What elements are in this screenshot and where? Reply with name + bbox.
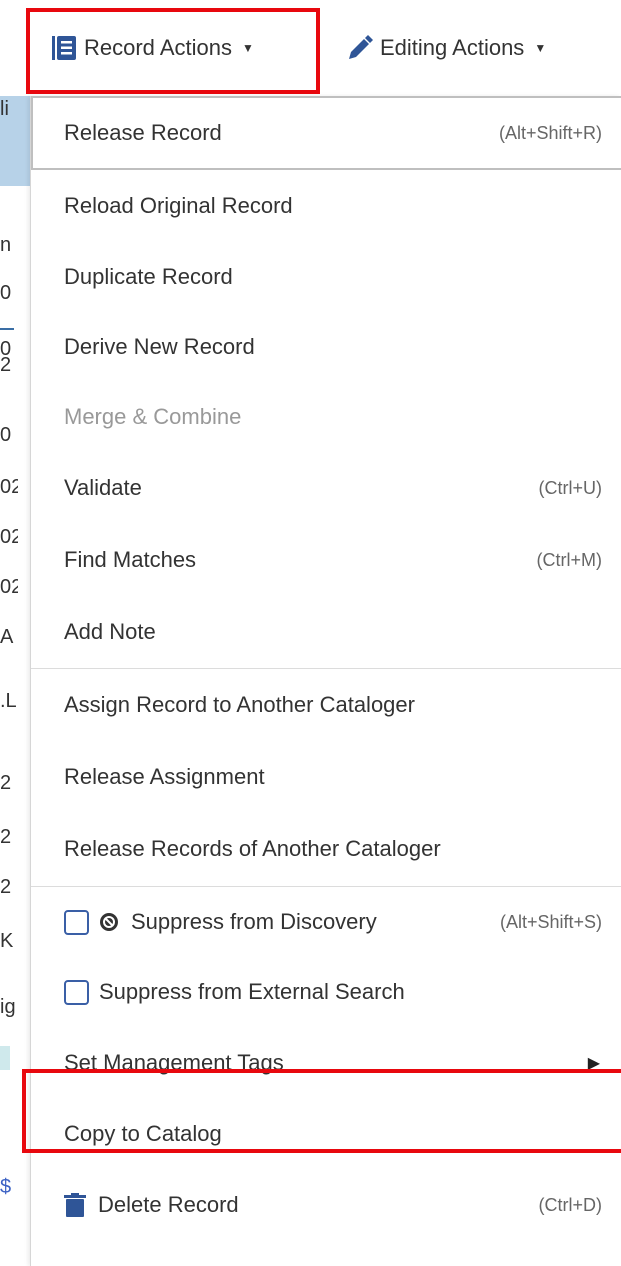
menu-item-shortcut: (Alt+Shift+R) [498, 122, 602, 143]
background-link: $ [0, 1176, 12, 1198]
menu-item-merge-combine: Merge & Combine [31, 382, 621, 452]
editor-toolbar: Record Actions ▼ Editing Actions ▼ [0, 0, 621, 96]
record-actions-button[interactable]: Record Actions ▼ [50, 20, 254, 76]
menu-item-label: Merge & Combine [64, 404, 242, 429]
editing-actions-button[interactable]: Editing Actions ▼ [346, 20, 546, 76]
menu-item-assign-record[interactable]: Assign Record to Another Cataloger [31, 669, 621, 741]
menu-item-delete-record[interactable]: Delete Record (Ctrl+D) [31, 1169, 621, 1241]
menu-item-add-note[interactable]: Add Note [31, 596, 621, 668]
menu-item-find-matches[interactable]: Find Matches (Ctrl+M) [31, 524, 621, 596]
menu-item-release-record[interactable]: Release Record (Alt+Shift+R) [31, 96, 621, 170]
background-text: 02 [0, 526, 18, 548]
suppress-discovery-checkbox[interactable] [64, 909, 89, 935]
background-text: ig [0, 996, 16, 1018]
background-text: 02 [0, 576, 18, 598]
menu-item-reload-original[interactable]: Reload Original Record [31, 170, 621, 242]
chevron-down-icon: ▼ [241, 41, 254, 55]
background-text: .L [0, 690, 17, 712]
menu-item-duplicate[interactable]: Duplicate Record [31, 242, 621, 312]
menu-item-label: Add Note [64, 619, 156, 644]
background-text: 02 [0, 476, 18, 498]
background-text: 0 [0, 424, 12, 446]
menu-item-copy-to-catalog[interactable]: Copy to Catalog [31, 1099, 621, 1169]
menu-item-management-tags[interactable]: Set Management Tags ▶ [31, 1027, 621, 1099]
background-text: A [0, 626, 14, 648]
menu-item-shortcut: (Ctrl+M) [536, 549, 603, 570]
record-actions-label: Record Actions [84, 35, 232, 60]
trash-icon [64, 1193, 86, 1217]
background-page: li n 0 0 2 0 02 02 02 A .L 2 2 2 K ig $ [0, 96, 30, 1266]
background-text: 2 [0, 826, 12, 848]
background-text: 2 [0, 876, 12, 898]
menu-item-label: Release Records of Another Cataloger [64, 836, 441, 861]
menu-item-derive-new[interactable]: Derive New Record [31, 312, 621, 382]
menu-item-shortcut: (Ctrl+U) [538, 477, 603, 498]
menu-item-suppress-discovery[interactable]: Suppress from Discovery (Alt+Shift+S) [31, 887, 621, 957]
menu-item-label: Reload Original Record [64, 193, 293, 218]
menu-item-label: Find Matches [64, 547, 197, 572]
block-icon [99, 912, 119, 932]
menu-item-label: Copy to Catalog [64, 1121, 222, 1146]
menu-item-release-records-other[interactable]: Release Records of Another Cataloger [31, 813, 621, 885]
menu-item-label: Delete Record [98, 1192, 239, 1217]
caret-right-icon: ▶ [587, 1055, 600, 1072]
menu-item-release-assignment[interactable]: Release Assignment [31, 741, 621, 813]
menu-item-shortcut: (Alt+Shift+S) [499, 911, 602, 932]
menu-item-label: Derive New Record [64, 334, 255, 359]
background-divider [0, 328, 14, 330]
menu-item-label: Set Management Tags [64, 1050, 284, 1075]
background-text: K [0, 930, 14, 952]
menu-item-label: Duplicate Record [64, 264, 233, 289]
menu-item-label: Release Record [64, 120, 222, 145]
menu-item-label: Suppress from External Search [99, 979, 405, 1004]
menu-item-shortcut: (Ctrl+D) [538, 1194, 603, 1215]
pencil-icon [346, 34, 374, 62]
chevron-down-icon: ▼ [534, 41, 547, 55]
editing-actions-label: Editing Actions [380, 35, 525, 60]
menu-item-label: Release Assignment [64, 764, 265, 789]
background-text: 2 [0, 354, 12, 376]
menu-item-suppress-external[interactable]: Suppress from External Search [31, 957, 621, 1027]
background-text: 0 [0, 282, 12, 304]
background-text: 2 [0, 772, 12, 794]
background-text: n [0, 234, 12, 256]
background-text: li [0, 98, 9, 120]
menu-item-label: Validate [64, 475, 142, 500]
record-actions-menu: Release Record (Alt+Shift+R) Reload Orig… [30, 96, 621, 1266]
menu-item-validate[interactable]: Validate (Ctrl+U) [31, 452, 621, 524]
menu-item-label: Assign Record to Another Cataloger [64, 692, 415, 717]
suppress-external-checkbox[interactable] [64, 979, 89, 1005]
menu-item-label: Suppress from Discovery [131, 909, 377, 934]
background-cell [0, 1046, 10, 1070]
list-book-icon [50, 34, 78, 62]
